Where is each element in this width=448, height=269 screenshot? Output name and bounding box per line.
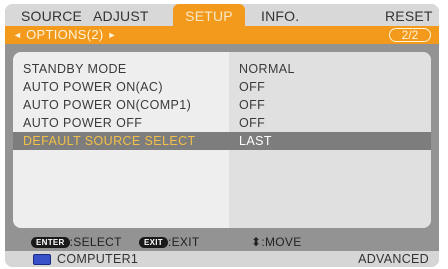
page-indicator: 2/2 xyxy=(389,28,431,42)
page-right-arrow-icon[interactable]: ► xyxy=(107,30,116,40)
tab-info[interactable]: INFO. xyxy=(261,4,299,26)
exit-hint: EXIT:EXIT xyxy=(139,234,200,250)
tab-setup[interactable]: SETUP xyxy=(173,4,245,26)
current-source: COMPUTER1 xyxy=(57,252,139,266)
submenu-title-group: ◄ OPTIONS(2) ► xyxy=(13,26,117,44)
option-label: AUTO POWER ON(AC) xyxy=(23,80,163,94)
up-down-arrow-icon: ⬍ xyxy=(251,235,262,249)
submenu-title: OPTIONS(2) xyxy=(26,27,104,42)
enter-key-icon: ENTER xyxy=(31,237,70,248)
submenu-header: ◄ OPTIONS(2) ► 2/2 xyxy=(5,26,439,44)
option-value: NORMAL xyxy=(239,62,295,76)
option-value: OFF xyxy=(239,80,266,94)
option-label: STANDBY MODE xyxy=(23,62,127,76)
menu-tab-bar: SOURCE ADJUST SETUP INFO. RESET xyxy=(5,4,439,26)
exit-key-icon: EXIT xyxy=(139,237,168,248)
option-row-auto-power-on-ac[interactable]: AUTO POWER ON(AC) OFF xyxy=(13,78,431,96)
option-row-standby-mode[interactable]: STANDBY MODE NORMAL xyxy=(13,60,431,78)
option-row-auto-power-on-comp1[interactable]: AUTO POWER ON(COMP1) OFF xyxy=(13,96,431,114)
page-left-arrow-icon[interactable]: ◄ xyxy=(13,30,22,40)
enter-hint: ENTER:SELECT xyxy=(31,234,122,250)
status-bar: COMPUTER1 ADVANCED xyxy=(5,251,439,267)
tab-adjust[interactable]: ADJUST xyxy=(93,4,149,26)
computer-input-icon xyxy=(33,254,51,265)
menu-mode: ADVANCED xyxy=(358,252,429,266)
option-row-auto-power-off[interactable]: AUTO POWER OFF OFF xyxy=(13,114,431,132)
exit-hint-text: :EXIT xyxy=(167,235,200,249)
option-value: LAST xyxy=(239,134,272,148)
options-panel: STANDBY MODE NORMAL AUTO POWER ON(AC) OF… xyxy=(13,52,431,228)
option-label: DEFAULT SOURCE SELECT xyxy=(23,134,196,148)
key-hint-bar: ENTER:SELECT EXIT:EXIT ⬍:MOVE xyxy=(5,234,439,250)
enter-hint-text: :SELECT xyxy=(69,235,122,249)
move-hint: ⬍:MOVE xyxy=(251,234,302,250)
option-value: OFF xyxy=(239,116,266,130)
option-label: AUTO POWER OFF xyxy=(23,116,143,130)
tab-reset[interactable]: RESET xyxy=(385,4,433,26)
option-row-default-source-select[interactable]: DEFAULT SOURCE SELECT LAST xyxy=(13,132,431,150)
option-label: AUTO POWER ON(COMP1) xyxy=(23,98,192,112)
projector-osd-menu: SOURCE ADJUST SETUP INFO. RESET ◄ OPTION… xyxy=(5,4,439,267)
option-value: OFF xyxy=(239,98,266,112)
tab-source[interactable]: SOURCE xyxy=(21,4,82,26)
move-hint-text: :MOVE xyxy=(261,235,302,249)
